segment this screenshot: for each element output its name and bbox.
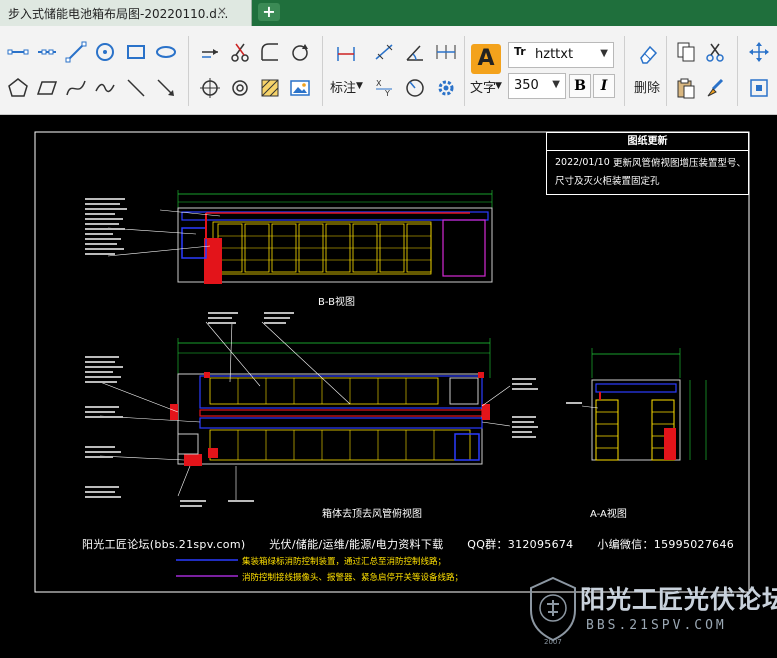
revision-table: 图纸更新 2022/01/10 更新风管俯视图增压装置型号、 尺寸及灭火柜装置固… bbox=[546, 132, 749, 195]
circle-icon[interactable] bbox=[91, 38, 119, 66]
cad-viewer-window: 步入式储能电池箱布局图-20220110.d... × + 标注 ▼ X Y A… bbox=[0, 0, 777, 658]
revision-text-line1: 更新风管俯视图增压装置型号、 bbox=[613, 158, 747, 169]
toolbar-separator bbox=[666, 36, 667, 106]
bb-view-label: B-B视图 bbox=[318, 297, 355, 308]
svg-text:X: X bbox=[376, 79, 382, 88]
font-name: hzttxt bbox=[535, 47, 574, 62]
polyline-icon[interactable] bbox=[33, 38, 61, 66]
shield-logo-icon bbox=[530, 576, 576, 642]
cut-icon[interactable] bbox=[701, 38, 729, 66]
drawing-canvas[interactable]: 图纸更新 2022/01/10 更新风管俯视图增压装置型号、 尺寸及灭火柜装置固… bbox=[0, 116, 777, 658]
aa-view-label: A-A视图 bbox=[590, 509, 627, 520]
forum-name: 阳光工匠论坛(bbs.21spv.com) bbox=[82, 538, 246, 551]
revision-date: 2022/01/10 bbox=[555, 157, 610, 168]
chevron-down-icon: ▼ bbox=[552, 79, 560, 90]
image-icon[interactable] bbox=[286, 74, 314, 102]
copy-icon[interactable] bbox=[672, 38, 700, 66]
toolbar-separator bbox=[737, 36, 738, 106]
top-view-label: 箱体去顶去风管俯视图 bbox=[322, 509, 422, 520]
paste-icon[interactable] bbox=[672, 74, 700, 102]
coordinate-dimension-icon[interactable]: XY bbox=[370, 74, 398, 102]
legend-blue-text: 集装箱绿标消防控制装置，通过汇总至消防控制线路； bbox=[242, 557, 447, 567]
revision-text-line2: 尺寸及灭火柜装置固定孔 bbox=[555, 176, 660, 187]
toolbar-separator bbox=[188, 36, 189, 106]
aa-view bbox=[566, 348, 707, 461]
document-tab-title: 步入式储能电池箱布局图-20220110.d... bbox=[8, 7, 229, 21]
continuous-dimension-icon[interactable] bbox=[432, 38, 460, 66]
toolbar-separator bbox=[624, 36, 625, 106]
forum-wechat: 小编微信：15995027646 bbox=[597, 538, 735, 551]
bb-view bbox=[85, 190, 493, 284]
font-select[interactable]: Tr hzttxt ▼ bbox=[508, 42, 614, 68]
forum-topics: 光伏/储能/运维/能源/电力资料下载 bbox=[269, 538, 444, 551]
dimension-dropdown-icon[interactable]: ▼ bbox=[356, 81, 363, 91]
tab-bar: 步入式储能电池箱布局图-20220110.d... × + bbox=[0, 0, 777, 26]
text-dropdown-icon[interactable]: ▼ bbox=[495, 81, 502, 91]
forum-watermark: 阳光工匠光伏论坛 BBS.21SPV.COM 2007 bbox=[524, 576, 777, 654]
ellipse-icon[interactable] bbox=[152, 38, 180, 66]
rectangle-icon[interactable] bbox=[122, 38, 150, 66]
rotate-icon[interactable] bbox=[286, 38, 314, 66]
text-label[interactable]: 文字 bbox=[470, 77, 496, 96]
line-icon[interactable] bbox=[4, 38, 32, 66]
toolbar-separator bbox=[464, 36, 465, 106]
top-view bbox=[85, 312, 538, 507]
parallelogram-icon[interactable] bbox=[33, 74, 61, 102]
new-tab-button[interactable]: + bbox=[258, 3, 280, 21]
font-type-icon: Tr bbox=[514, 45, 526, 58]
toolbar-separator bbox=[322, 36, 323, 106]
arrow-line-icon[interactable] bbox=[152, 74, 180, 102]
close-tab-icon[interactable]: × bbox=[217, 4, 227, 18]
bold-button[interactable]: B bbox=[569, 74, 591, 98]
chevron-down-icon: ▼ bbox=[600, 48, 608, 59]
svg-text:Y: Y bbox=[384, 89, 390, 98]
watermark-url: BBS.21SPV.COM bbox=[586, 618, 727, 633]
settings-icon[interactable] bbox=[432, 74, 460, 102]
wave-line-icon[interactable] bbox=[91, 74, 119, 102]
polygon-icon[interactable] bbox=[4, 74, 32, 102]
hatch-icon[interactable] bbox=[256, 74, 284, 102]
toolbar: 标注 ▼ XY A 文字 ▼ Tr hzttxt ▼ 350 ▼ B I 删除 bbox=[0, 26, 777, 115]
fillet-icon[interactable] bbox=[256, 38, 284, 66]
diagonal-line-icon[interactable] bbox=[122, 74, 150, 102]
angle-dimension-icon[interactable] bbox=[401, 38, 429, 66]
dimension-icon[interactable] bbox=[332, 40, 360, 68]
text-icon[interactable]: A bbox=[471, 44, 501, 74]
spline-icon[interactable] bbox=[62, 74, 90, 102]
watermark-title: 阳光工匠光伏论坛 bbox=[580, 585, 777, 614]
font-size-value: 350 bbox=[514, 78, 539, 93]
match-properties-icon[interactable] bbox=[701, 74, 729, 102]
italic-button[interactable]: I bbox=[593, 74, 615, 98]
document-tab[interactable]: 步入式储能电池箱布局图-20220110.d... × bbox=[0, 0, 252, 26]
eraser-icon[interactable] bbox=[634, 40, 662, 68]
dimension-label[interactable]: 标注 bbox=[330, 77, 356, 96]
pan-icon[interactable] bbox=[745, 38, 773, 66]
trim-icon[interactable] bbox=[226, 38, 254, 66]
rotate-gear-icon[interactable] bbox=[226, 74, 254, 102]
delete-label[interactable]: 删除 bbox=[634, 77, 660, 96]
move-icon[interactable] bbox=[196, 38, 224, 66]
align-dimension-icon[interactable] bbox=[370, 38, 398, 66]
forum-footer: 阳光工匠论坛(bbs.21spv.com) 光伏/储能/运维/能源/电力资料下载… bbox=[82, 536, 754, 552]
zoom-icon[interactable] bbox=[745, 74, 773, 102]
drawing-frame bbox=[34, 131, 750, 593]
legend-purple-text: 消防控制接线摄像头、报警器、紧急启停开关等设备线路； bbox=[242, 573, 464, 583]
arc-icon[interactable] bbox=[62, 38, 90, 66]
forum-qq: QQ群：312095674 bbox=[467, 538, 574, 551]
explode-icon[interactable] bbox=[196, 74, 224, 102]
watermark-year: 2007 bbox=[544, 638, 562, 646]
font-size-select[interactable]: 350 ▼ bbox=[508, 73, 566, 99]
radius-dimension-icon[interactable] bbox=[401, 74, 429, 102]
revision-header: 图纸更新 bbox=[547, 133, 748, 151]
